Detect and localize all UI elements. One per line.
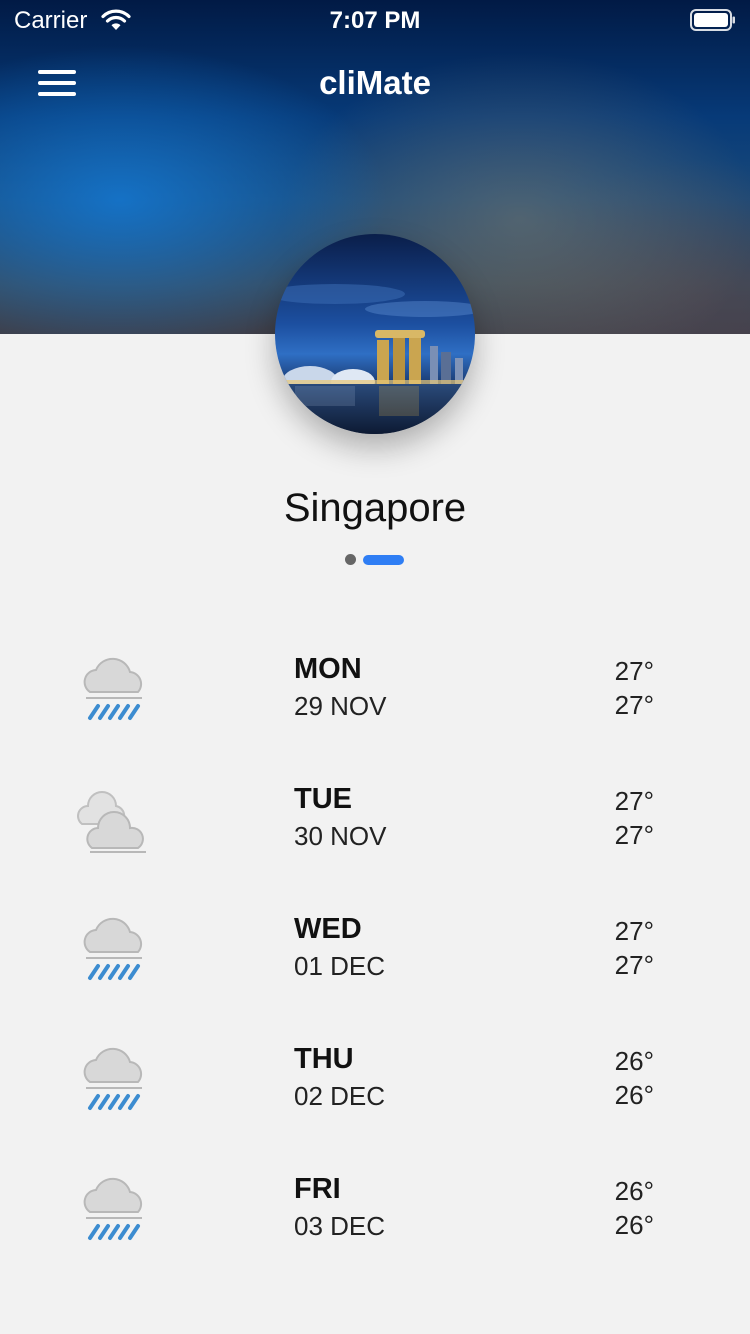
temp-high: 27° [614,786,654,816]
app-title: cliMate [319,64,431,101]
forecast-date: 29 NOV [294,691,387,721]
forecast-row: FRI 03 DEC 26° 26° [0,1160,750,1290]
temp-low: 27° [614,690,654,720]
temp-low: 27° [614,950,654,980]
page-indicator[interactable] [0,554,750,566]
clock: 7:07 PM [329,7,421,34]
status-bar: Carrier 7:07 PM [0,0,750,40]
city-photo [275,234,475,434]
forecast-date: 03 DEC [294,1211,386,1241]
forecast-day: THU [294,1043,354,1075]
temp-high: 26° [614,1176,654,1206]
page-dot-inactive[interactable] [345,554,356,565]
temp-low: 26° [614,1210,654,1240]
forecast-day: FRI [294,1173,341,1205]
temp-high: 27° [614,916,654,946]
temp-low: 26° [614,1080,654,1110]
battery-icon [690,9,735,31]
city-name: Singapore [283,486,467,530]
temp-high: 27° [614,656,654,686]
forecast-row: TUE 30 NOV 27° 27° [0,770,750,900]
temp-high: 26° [614,1046,654,1076]
weather-screen: Carrier 7:07 PM cliMate Singapore MON 29… [0,0,750,1334]
forecast-day: TUE [294,783,352,815]
rain-cloud-icon [83,917,143,980]
page-dot-active[interactable] [363,555,404,565]
forecast-date: 02 DEC [294,1081,386,1111]
temp-low: 27° [614,820,654,850]
forecast-date: 30 NOV [294,821,387,851]
forecast-day: WED [294,913,362,945]
forecast-list: MON 29 NOV 27° 27° TUE 30 NOV 27° 27° WE… [0,640,750,1290]
rain-cloud-icon [83,1177,143,1240]
cloudy-icon [77,791,146,853]
rain-cloud-icon [83,657,143,720]
forecast-row: MON 29 NOV 27° 27° [0,640,750,770]
rain-cloud-icon [83,1047,143,1110]
forecast-day: MON [294,653,362,685]
forecast-date: 01 DEC [294,951,386,981]
forecast-row: WED 01 DEC 27° 27° [0,900,750,1030]
forecast-row: THU 02 DEC 26° 26° [0,1030,750,1160]
